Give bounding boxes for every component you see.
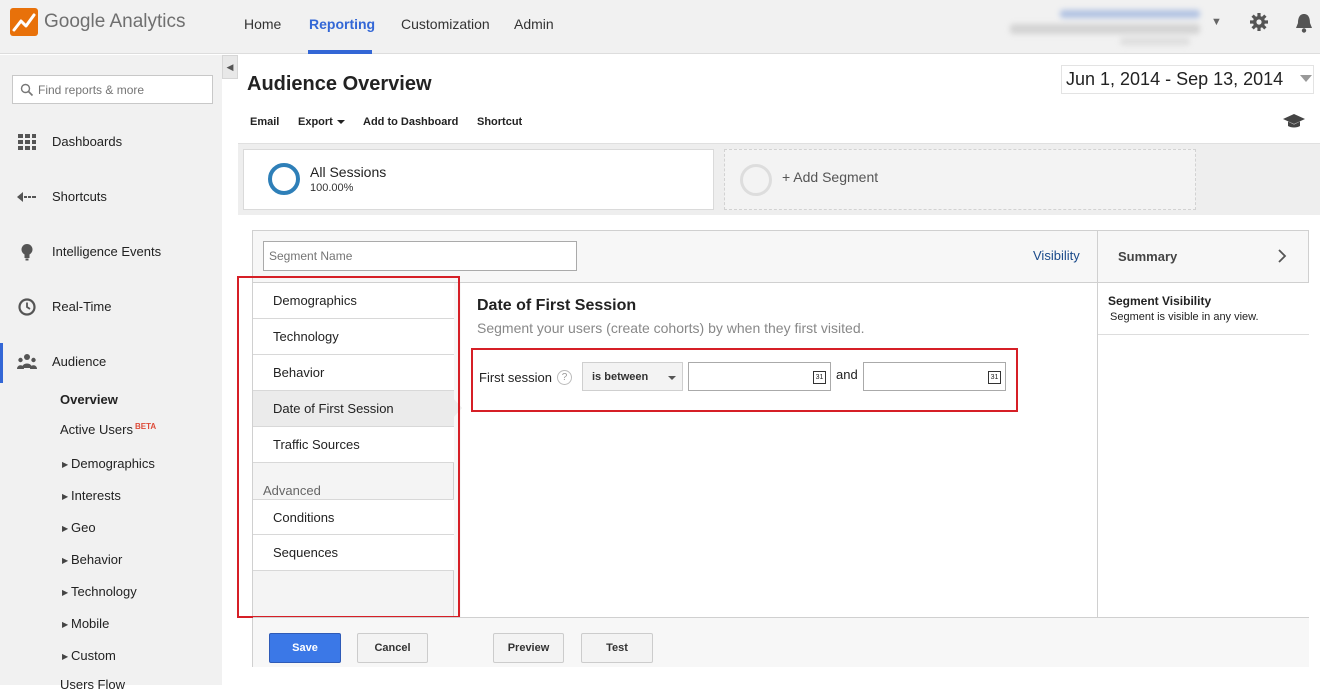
segment-ring-icon bbox=[268, 163, 300, 195]
tab-home[interactable]: Home bbox=[244, 16, 281, 32]
people-icon bbox=[17, 354, 37, 369]
active-users-label: Active Users bbox=[60, 422, 133, 437]
tab-reporting[interactable]: Reporting bbox=[309, 16, 375, 32]
email-button[interactable]: Email bbox=[250, 116, 279, 128]
sidebar-item-label: Shortcuts bbox=[52, 189, 107, 204]
add-segment-label: + Add Segment bbox=[782, 169, 879, 185]
sidebar-item-label: Real-Time bbox=[52, 299, 112, 314]
sidebar-item-label: Audience bbox=[52, 354, 107, 369]
grid-icon bbox=[18, 134, 36, 150]
tab-customization[interactable]: Customization bbox=[401, 16, 490, 32]
segment-name-field[interactable] bbox=[263, 241, 577, 271]
save-button[interactable]: Save bbox=[269, 633, 341, 663]
segment-all-sessions[interactable]: All Sessions 100.00% bbox=[243, 149, 714, 210]
operator-dropdown[interactable]: is between bbox=[582, 362, 683, 391]
sidebar-group-custom[interactable]: Custom bbox=[71, 648, 116, 663]
visibility-link[interactable]: Visibility bbox=[1033, 248, 1080, 263]
empty-segment-ring-icon bbox=[740, 164, 772, 196]
bell-icon[interactable] bbox=[1294, 12, 1314, 34]
expand-triangle-icon[interactable]: ▶ bbox=[62, 556, 68, 565]
collapse-sidebar-button[interactable]: ◀ bbox=[222, 55, 238, 79]
chevron-down-icon bbox=[1300, 75, 1312, 82]
lightbulb-icon bbox=[21, 244, 33, 261]
segment-visibility-title: Segment Visibility bbox=[1108, 294, 1212, 308]
sidebar-group-interests[interactable]: Interests bbox=[71, 488, 121, 503]
date-range-text: Jun 1, 2014 - Sep 13, 2014 bbox=[1066, 69, 1284, 89]
gear-icon[interactable] bbox=[1249, 12, 1269, 32]
clock-icon bbox=[18, 298, 36, 316]
sidebar-group-technology[interactable]: Technology bbox=[71, 584, 137, 599]
google-analytics-logo-icon[interactable] bbox=[10, 8, 38, 36]
search-icon bbox=[20, 83, 34, 97]
beta-badge: BETA bbox=[134, 422, 157, 431]
shortcut-arrow-icon bbox=[17, 192, 36, 202]
tab-admin[interactable]: Admin bbox=[514, 16, 554, 32]
date-range-picker[interactable]: Jun 1, 2014 - Sep 13, 2014 bbox=[1061, 65, 1314, 94]
first-session-label: First session bbox=[479, 370, 552, 385]
highlight-box-nav bbox=[237, 276, 460, 618]
segment-name-input[interactable] bbox=[264, 242, 576, 270]
start-date-input[interactable] bbox=[692, 367, 802, 386]
account-selector-blurred[interactable] bbox=[1010, 10, 1205, 46]
sidebar-item-shortcuts[interactable]: Shortcuts bbox=[0, 177, 222, 217]
shortcut-button[interactable]: Shortcut bbox=[477, 116, 522, 128]
account-caret-icon[interactable]: ▼ bbox=[1211, 16, 1222, 28]
and-label: and bbox=[836, 367, 858, 382]
search-input[interactable] bbox=[38, 80, 208, 100]
expand-triangle-icon[interactable]: ▶ bbox=[62, 492, 68, 501]
sidebar-item-label: Intelligence Events bbox=[52, 244, 162, 259]
cancel-button[interactable]: Cancel bbox=[357, 633, 428, 663]
end-date-field[interactable]: 31 bbox=[863, 362, 1006, 391]
operator-value: is between bbox=[592, 371, 649, 383]
find-reports-search[interactable] bbox=[12, 75, 213, 104]
graduation-cap-icon[interactable] bbox=[1283, 112, 1305, 130]
sidebar-item-real-time[interactable]: Real-Time bbox=[0, 287, 222, 327]
sidebar-item-dashboards[interactable]: Dashboards bbox=[0, 122, 222, 162]
calendar-icon[interactable]: 31 bbox=[813, 371, 826, 384]
sidebar-group-mobile[interactable]: Mobile bbox=[71, 616, 109, 631]
brand-name[interactable]: Google Analytics bbox=[44, 11, 186, 33]
summary-heading[interactable]: Summary bbox=[1118, 249, 1177, 264]
expand-triangle-icon[interactable]: ▶ bbox=[62, 588, 68, 597]
preview-button[interactable]: Preview bbox=[493, 633, 564, 663]
chevron-down-icon bbox=[668, 376, 676, 380]
chevron-down-icon bbox=[336, 120, 345, 125]
expand-triangle-icon[interactable]: ▶ bbox=[62, 652, 68, 661]
segment-name: All Sessions bbox=[310, 164, 387, 180]
end-date-input[interactable] bbox=[867, 367, 977, 386]
export-button[interactable]: Export bbox=[298, 116, 345, 128]
expand-triangle-icon[interactable]: ▶ bbox=[62, 460, 68, 469]
segment-percent: 100.00% bbox=[310, 182, 354, 194]
sidebar-item-audience[interactable]: Audience bbox=[0, 342, 222, 382]
sidebar-subitem-active-users[interactable]: Active Users BETA bbox=[60, 422, 156, 437]
sidebar-item-label: Dashboards bbox=[52, 134, 123, 149]
export-label: Export bbox=[298, 116, 333, 128]
chevron-right-icon[interactable] bbox=[1277, 249, 1287, 263]
expand-triangle-icon[interactable]: ▶ bbox=[62, 524, 68, 533]
divider bbox=[1098, 334, 1309, 335]
expand-triangle-icon[interactable]: ▶ bbox=[62, 620, 68, 629]
segment-visibility-desc: Segment is visible in any view. bbox=[1110, 311, 1259, 323]
start-date-field[interactable]: 31 bbox=[688, 362, 831, 391]
active-tab-underline bbox=[308, 50, 372, 54]
sidebar-subitem-overview[interactable]: Overview bbox=[60, 392, 118, 407]
content-title: Date of First Session bbox=[477, 297, 637, 314]
sidebar-group-demographics[interactable]: Demographics bbox=[71, 456, 155, 471]
page-title: Audience Overview bbox=[247, 73, 432, 95]
content-subtitle: Segment your users (create cohorts) by w… bbox=[477, 320, 865, 336]
calendar-icon[interactable]: 31 bbox=[988, 371, 1001, 384]
test-button[interactable]: Test bbox=[581, 633, 653, 663]
sidebar-group-geo[interactable]: Geo bbox=[71, 520, 96, 535]
sidebar-group-behavior[interactable]: Behavior bbox=[71, 552, 122, 567]
add-segment-slot[interactable]: + Add Segment bbox=[724, 149, 1196, 210]
add-to-dashboard-button[interactable]: Add to Dashboard bbox=[363, 116, 458, 128]
sidebar-item-intelligence-events[interactable]: Intelligence Events bbox=[0, 232, 222, 272]
help-icon[interactable]: ? bbox=[557, 370, 572, 385]
